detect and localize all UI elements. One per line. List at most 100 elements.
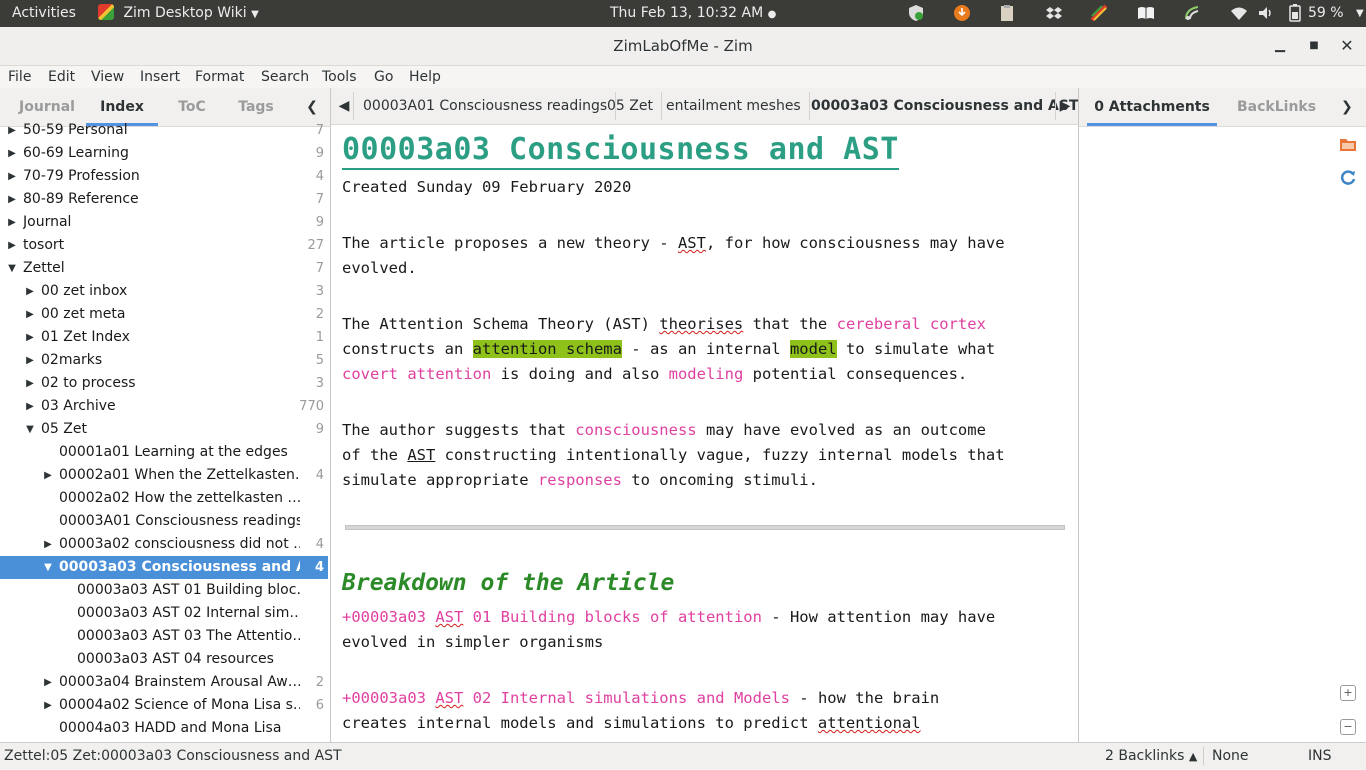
tree-row[interactable]: 00003a03 AST 01 Building bloc… [0, 579, 328, 602]
tree-row[interactable]: ▶ 03 Archive 770 [0, 395, 328, 418]
menu-help[interactable]: Help [409, 66, 441, 88]
tree-row[interactable]: ▼ Zettel 7 [0, 257, 328, 280]
tree-row[interactable]: 00003a03 AST 03 The Attentio… [0, 625, 328, 648]
expander-right-icon[interactable]: ▶ [6, 211, 18, 234]
signal-icon[interactable] [1183, 4, 1201, 22]
menu-search[interactable]: Search [261, 66, 309, 88]
expander-right-icon[interactable]: ▶ [24, 303, 36, 326]
pathbar-item[interactable]: 05 Zet [599, 92, 662, 120]
expander-down-icon[interactable]: ▼ [6, 257, 18, 280]
wiki-link[interactable]: +00003a03 AST 02 Internal simulations an… [342, 689, 790, 707]
tree-row[interactable]: ▶ 70-79 Profession 4 [0, 165, 328, 188]
tree-row-count: 4 [315, 537, 324, 552]
book-icon[interactable] [1137, 4, 1155, 22]
created-date: Created Sunday 09 February 2020 [342, 178, 632, 196]
tree-row[interactable]: 00003A01 Consciousness readings [0, 510, 328, 533]
tree-row[interactable]: ▶ 00002a01 When the Zettelkasten… 4 [0, 464, 328, 487]
tree-row[interactable]: 00003a03 AST 02 Internal sim… [0, 602, 328, 625]
zim-tray-icon[interactable] [1090, 4, 1108, 22]
refresh-icon[interactable] [1339, 168, 1357, 190]
tree-row[interactable]: ▶ 00004a02 Science of Mona Lisa s… 6 [0, 694, 328, 717]
tab-attachments[interactable]: 0 Attachments [1087, 88, 1217, 126]
close-icon[interactable]: ✕ [1336, 35, 1358, 57]
tree-row[interactable]: ▶ 00 zet meta 2 [0, 303, 328, 326]
tree-row[interactable]: 00004a03 HADD and Mona Lisa [0, 717, 328, 740]
tree-row[interactable]: ▶ Journal 9 [0, 211, 328, 234]
pathbar-scroll-right-icon[interactable]: ▶ [1055, 92, 1074, 120]
status-style: None [1212, 748, 1249, 764]
backlinks-button[interactable]: 2 Backlinks ▲ [1105, 743, 1197, 770]
expander-down-icon[interactable]: ▼ [24, 418, 36, 441]
tree-row-label: 00 zet inbox [41, 283, 128, 299]
expander-right-icon[interactable]: ▶ [6, 165, 18, 188]
expander-right-icon[interactable]: ▶ [24, 326, 36, 349]
menu-format[interactable]: Format [195, 66, 244, 88]
tree-row-label: 00003a03 AST 01 Building bloc… [77, 582, 300, 598]
tree-row[interactable]: ▶ 01 Zet Index 1 [0, 326, 328, 349]
tree-row[interactable]: ▼ 05 Zet 9 [0, 418, 328, 441]
dropbox-icon[interactable] [1045, 4, 1063, 22]
expander-right-icon[interactable]: ▶ [42, 464, 54, 487]
shield-check-icon[interactable] [907, 4, 925, 22]
clipboard-icon[interactable] [998, 4, 1016, 22]
battery-percent: 59 % [1308, 5, 1344, 21]
clock[interactable]: Thu Feb 13, 10:32 AM ● [610, 0, 776, 27]
wiki-link[interactable]: consciousness [575, 421, 696, 439]
tree-row[interactable]: ▶ 60-69 Learning 9 [0, 142, 328, 165]
tree-row[interactable]: ▶ tosort 27 [0, 234, 328, 257]
tree-row[interactable]: ▶ 00 zet inbox 3 [0, 280, 328, 303]
tree-row[interactable]: ▶ 02 to process 3 [0, 372, 328, 395]
pathbar-scroll-left-icon[interactable]: ◀ [335, 92, 354, 120]
wifi-icon[interactable] [1230, 4, 1248, 22]
page-editor[interactable]: 00003a03 Consciousness and AST Created S… [331, 124, 1078, 742]
expander-right-icon[interactable]: ▶ [42, 533, 54, 556]
menu-edit[interactable]: Edit [48, 66, 75, 88]
menu-view[interactable]: View [91, 66, 124, 88]
menu-insert[interactable]: Insert [140, 66, 180, 88]
tree-row[interactable]: ▶ 80-89 Reference 7 [0, 188, 328, 211]
expander-right-icon[interactable]: ▶ [42, 671, 54, 694]
tree-row-selected[interactable]: ▼ 00003a03 Consciousness and AST 4 [0, 556, 328, 579]
activities-button[interactable]: Activities [12, 0, 76, 27]
pathbar-current-page[interactable]: 00003a03 Consciousness and AST [803, 92, 1078, 120]
menu-tools[interactable]: Tools [322, 66, 357, 88]
wiki-link[interactable]: responses [538, 471, 622, 489]
tree-row[interactable]: ▶ 50-59 Personal 7 [0, 119, 328, 142]
menu-file[interactable]: File [8, 66, 31, 88]
zoom-out-icon[interactable]: − [1340, 719, 1356, 735]
app-menu[interactable]: Zim Desktop Wiki ▼ [98, 0, 259, 27]
open-folder-icon[interactable] [1339, 136, 1357, 156]
expander-right-icon[interactable]: ▶ [24, 280, 36, 303]
expander-right-icon[interactable]: ▶ [24, 349, 36, 372]
wiki-link[interactable]: +00003a03 AST 01 Building blocks of atte… [342, 608, 762, 626]
maximize-icon[interactable]: ■ [1303, 35, 1325, 57]
wiki-link[interactable]: covert attention [342, 365, 491, 383]
expander-right-icon[interactable]: ▶ [24, 395, 36, 418]
expander-right-icon[interactable]: ▶ [42, 694, 54, 717]
tree-row[interactable]: ▶ 00003a02 consciousness did not … 4 [0, 533, 328, 556]
battery-icon[interactable] [1288, 4, 1306, 22]
menu-go[interactable]: Go [374, 66, 393, 88]
expander-right-icon[interactable]: ▶ [6, 142, 18, 165]
tree-row[interactable]: ▶ 02marks 5 [0, 349, 328, 372]
tree-row[interactable]: 00001a01 Learning at the edges [0, 441, 328, 464]
wiki-link[interactable]: modeling [669, 365, 744, 383]
tree-row[interactable]: ▶ 00003a04 Brainstem Arousal Aw… 2 [0, 671, 328, 694]
tab-backlinks[interactable]: BackLinks [1237, 88, 1316, 126]
expander-right-icon[interactable]: ▶ [6, 119, 18, 142]
pathbar-item[interactable]: 00003A01 Consciousness readings [355, 92, 617, 120]
system-menu-chevron-icon[interactable]: ▼ [1356, 0, 1364, 27]
zoom-in-icon[interactable]: + [1340, 685, 1356, 701]
tree-row[interactable]: 00003a03 AST 04 resources [0, 648, 328, 671]
expander-right-icon[interactable]: ▶ [6, 188, 18, 211]
update-icon[interactable] [953, 4, 971, 22]
expander-right-icon[interactable]: ▶ [24, 372, 36, 395]
expander-right-icon[interactable]: ▶ [6, 234, 18, 257]
chevron-right-icon[interactable]: ❯ [1341, 88, 1353, 126]
volume-icon[interactable] [1257, 4, 1275, 22]
pathbar-item[interactable]: entailment meshes [658, 92, 810, 120]
wiki-link[interactable]: cereberal cortex [837, 315, 986, 333]
minimize-icon[interactable]: ▁ [1269, 35, 1291, 57]
expander-down-icon[interactable]: ▼ [42, 556, 54, 579]
tree-row[interactable]: 00002a02 How the zettelkasten … [0, 487, 328, 510]
